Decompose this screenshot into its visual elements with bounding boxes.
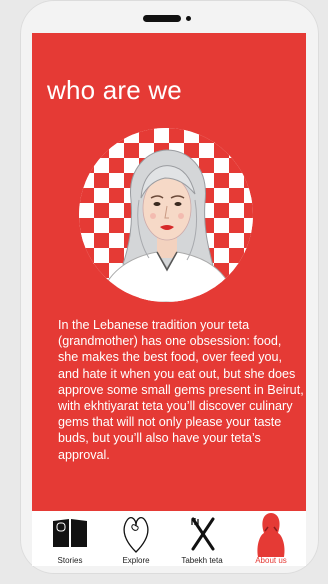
about-screen: who are we In the Lebanese tradition you… bbox=[32, 33, 306, 511]
page-title: who are we bbox=[47, 75, 182, 105]
nav-item-explore[interactable]: Explore bbox=[114, 511, 158, 566]
nav-label-stories: Stories bbox=[57, 556, 83, 565]
teta-illustration bbox=[79, 128, 253, 302]
nav-label-tabekh-teta: Tabekh teta bbox=[181, 556, 223, 565]
nav-label-about-us: About us bbox=[255, 556, 287, 565]
nav-item-stories[interactable]: Stories bbox=[48, 511, 92, 566]
teta-avatar bbox=[79, 128, 253, 302]
about-description: In the Lebanese tradition your teta (gra… bbox=[58, 318, 304, 462]
nav-label-explore: Explore bbox=[122, 556, 150, 565]
nav-item-tabekh-teta[interactable]: Tabekh teta bbox=[178, 511, 226, 566]
phone-camera bbox=[186, 16, 191, 21]
bottom-nav: Stories Explore Tabekh teta About us bbox=[32, 511, 306, 566]
heart-icon bbox=[123, 517, 149, 553]
utensils-icon bbox=[191, 517, 215, 551]
nav-item-about-us[interactable]: About us bbox=[246, 511, 296, 566]
teta-icon bbox=[257, 513, 285, 557]
book-icon bbox=[53, 519, 87, 547]
phone-frame: who are we In the Lebanese tradition you… bbox=[20, 0, 319, 574]
phone-speaker bbox=[143, 15, 181, 22]
